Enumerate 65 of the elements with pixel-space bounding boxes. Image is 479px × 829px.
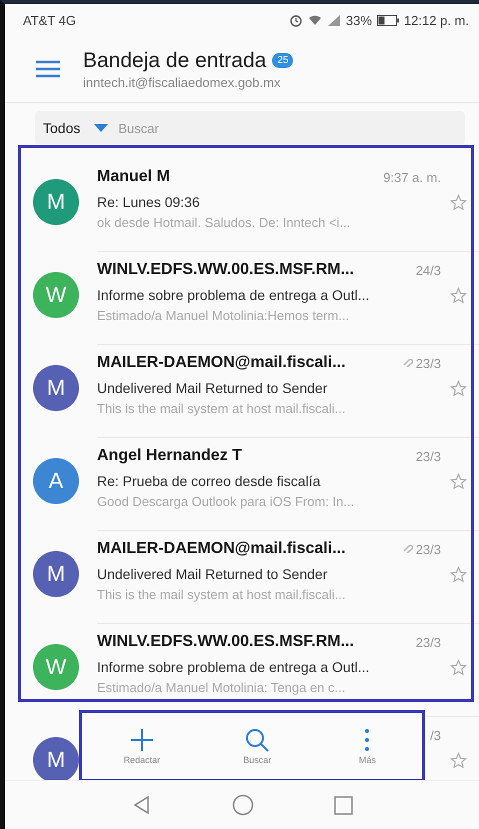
- wifi-icon: [308, 14, 322, 26]
- clock: 12:12 p. m.: [404, 12, 469, 28]
- recents-icon[interactable]: [334, 796, 352, 814]
- search-button[interactable]: Buscar: [239, 725, 276, 767]
- alarm-icon: [288, 13, 303, 27]
- menu-button[interactable]: [35, 59, 61, 79]
- carrier-label: AT&T 4G: [23, 12, 76, 28]
- avatar: W: [33, 272, 79, 318]
- message-date: 24/3: [416, 262, 441, 278]
- message-date: 23/3: [416, 542, 441, 556]
- message-subject: Re: Prueba de correo desde fiscalía: [97, 473, 320, 489]
- attachment-icon: [402, 545, 413, 553]
- sender-name: WINLV.EDFS.WW.00.ES.MSF.RM...: [97, 261, 354, 279]
- message-subject: Undelivered Mail Returned to Sender: [97, 380, 328, 396]
- signal-icon: [326, 14, 341, 26]
- message-preview: This is the mail system at host mail.fiscali...: [97, 587, 347, 602]
- home-icon[interactable]: [232, 794, 254, 816]
- more-icon: [365, 729, 370, 751]
- star-button[interactable]: [450, 380, 467, 396]
- star-button[interactable]: [450, 658, 467, 676]
- message-date: 23/3: [416, 356, 441, 370]
- more-button[interactable]: Más: [350, 725, 384, 767]
- message-preview: Estimado/a Manuel Motolinia: Tenga en c...: [97, 680, 346, 695]
- back-icon[interactable]: [132, 795, 152, 815]
- star-button[interactable]: [450, 286, 467, 304]
- message-date: 23/3: [416, 448, 441, 464]
- avatar: M: [33, 551, 79, 597]
- sender-name: WINLV.EDFS.WW.00.ES.MSF.RM...: [97, 633, 354, 651]
- avatar: M: [33, 737, 79, 783]
- star-button[interactable]: [450, 194, 467, 210]
- avatar: W: [33, 644, 79, 690]
- unread-count-badge: 25: [272, 53, 294, 68]
- message-date: 9:37 a. m.: [383, 170, 441, 184]
- avatar: M: [33, 179, 79, 225]
- account-email: inntech.it@fiscaliaedomex.gob.mx: [83, 74, 282, 90]
- message-date: /3: [430, 728, 441, 742]
- search-icon: [244, 727, 270, 753]
- menu-icon: [35, 59, 61, 79]
- plus-icon: [128, 727, 155, 753]
- message-preview: This is the mail system at host mail.fiscali...: [97, 401, 347, 416]
- message-subject: Undelivered Mail Returned to Sender: [97, 566, 328, 582]
- sender-name: MAILER-DAEMON@mail.fiscali...: [97, 354, 346, 372]
- compose-button[interactable]: Redactar: [120, 725, 164, 767]
- battery-icon: [376, 14, 399, 26]
- star-button[interactable]: [450, 472, 467, 490]
- message-subject: Re: Lunes 09:36: [97, 194, 200, 210]
- message-subject: Informe sobre problema de entrega a Outl...: [97, 659, 370, 675]
- star-button[interactable]: [450, 566, 467, 582]
- message-preview: Estimado/a Manuel Motolinia:Hemos term...: [97, 308, 350, 323]
- battery-percent: 33%: [346, 12, 372, 28]
- filter-dropdown[interactable]: Todos: [35, 111, 118, 145]
- message-preview: Good Descarga Outlook para iOS From: In...: [97, 494, 356, 509]
- avatar: A: [33, 458, 79, 504]
- attachment-icon: [402, 359, 413, 367]
- sender-name: MAILER-DAEMON@mail.fiscali...: [97, 540, 346, 558]
- dropdown-arrow-icon: [94, 124, 108, 132]
- message-preview: ok desde Hotmail. Saludos. De: Inntech <i...: [97, 215, 352, 230]
- sender-name: Manuel M: [97, 168, 170, 186]
- message-subject: Informe sobre problema de entrega a Outl...: [97, 287, 370, 303]
- avatar: M: [33, 365, 79, 411]
- search-field[interactable]: Buscar: [118, 111, 465, 145]
- message-date: 23/3: [416, 634, 441, 650]
- star-button[interactable]: [450, 752, 467, 768]
- sender-name: Angel Hernandez T: [97, 447, 242, 465]
- inbox-title: Bandeja de entrada: [83, 48, 266, 72]
